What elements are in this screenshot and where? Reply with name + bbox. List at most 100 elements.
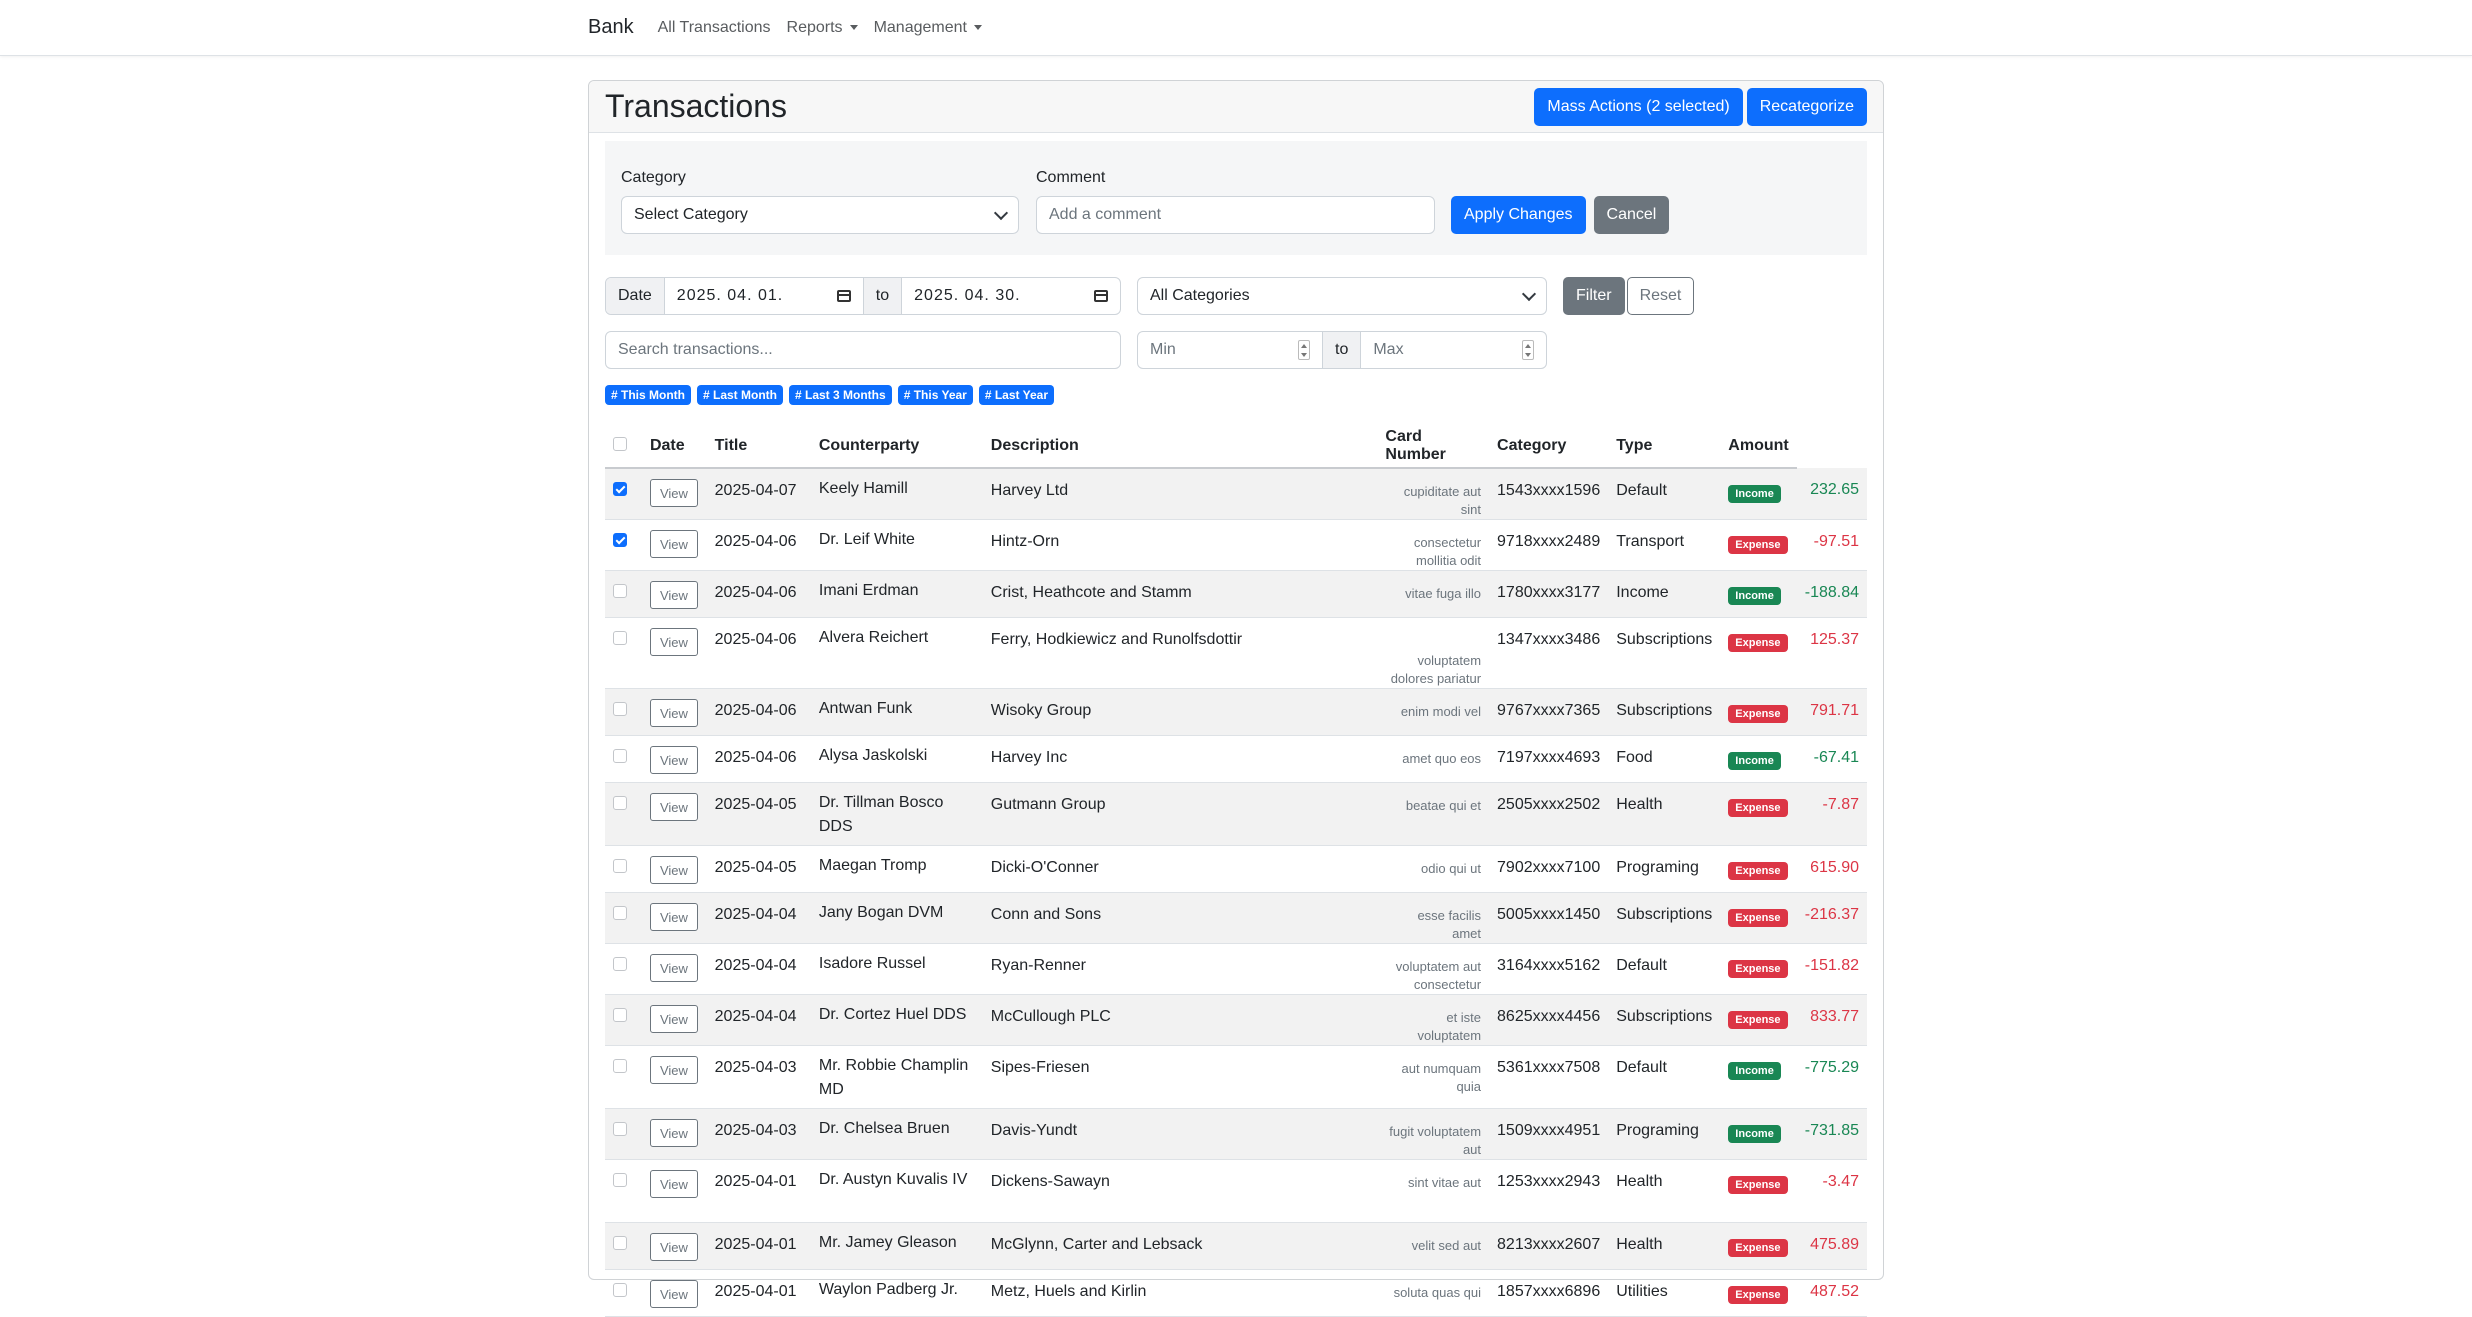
cell-title: Antwan Funk bbox=[818, 700, 913, 717]
type-badge: Expense bbox=[1728, 1286, 1788, 1304]
max-amount-input[interactable]: Max bbox=[1361, 332, 1546, 368]
cell-title: Dr. Tillman Bosco DDS bbox=[818, 794, 944, 835]
col-counterparty[interactable]: Counterparty bbox=[810, 425, 983, 469]
cell-date: 2025-04-03 bbox=[706, 1108, 811, 1160]
view-button[interactable]: View bbox=[649, 1005, 698, 1033]
comment-input[interactable]: Add a comment bbox=[1036, 196, 1435, 234]
view-button[interactable]: View bbox=[649, 746, 698, 774]
table-row[interactable]: View 2025-04-03 Mr. Robbie Champlin MD Sipe… bbox=[605, 1045, 1867, 1109]
view-button[interactable]: View bbox=[649, 954, 698, 982]
cell-date: 2025-04-06 bbox=[706, 735, 811, 783]
col-type[interactable]: Type bbox=[1608, 425, 1721, 469]
col-title[interactable]: Title bbox=[706, 425, 811, 469]
row-checkbox[interactable] bbox=[613, 533, 627, 547]
cell-card-number: 1543xxxx1596 bbox=[1489, 468, 1609, 520]
table-row[interactable]: View 2025-04-06 Alvera Reichert Ferry, Hodk… bbox=[605, 617, 1867, 689]
table-row[interactable]: View 2025-04-03 Dr. Chelsea Bruen Davis-Yun… bbox=[605, 1108, 1867, 1160]
cell-counterparty: McCullough PLC bbox=[982, 994, 1378, 1046]
table-row[interactable]: View 2025-04-06 Alysa Jaskolski Harvey Inc a… bbox=[605, 735, 1867, 783]
row-checkbox[interactable] bbox=[613, 1236, 627, 1250]
row-checkbox[interactable] bbox=[613, 584, 627, 598]
view-button[interactable]: View bbox=[649, 1170, 698, 1198]
view-button[interactable]: View bbox=[649, 581, 698, 609]
preset-last-3-months[interactable]: # Last 3 Months bbox=[789, 385, 892, 405]
row-checkbox[interactable] bbox=[613, 1283, 627, 1297]
nav-all-transactions-label: All Transactions bbox=[657, 18, 771, 36]
min-amount-input[interactable]: Min bbox=[1138, 332, 1322, 368]
row-checkbox[interactable] bbox=[613, 631, 627, 645]
view-button[interactable]: View bbox=[649, 699, 698, 727]
nav-management-dropdown[interactable]: Management bbox=[874, 19, 982, 37]
table-row[interactable]: View 2025-04-06 Imani Erdman Crist, Heathco… bbox=[605, 570, 1867, 618]
cell-counterparty: Davis-Yundt bbox=[982, 1108, 1378, 1160]
table-row[interactable]: View 2025-04-04 Dr. Cortez Huel DDS McCullo… bbox=[605, 994, 1867, 1046]
view-button[interactable]: View bbox=[649, 479, 698, 507]
table-row[interactable]: View 2025-04-01 Waylon Padberg Jr. Metz, Hu… bbox=[605, 1269, 1867, 1317]
brand-link[interactable]: Bank bbox=[588, 16, 634, 39]
table-row[interactable]: View 2025-04-04 Jany Bogan DVM Conn and Son… bbox=[605, 892, 1867, 944]
mass-actions-button[interactable]: Mass Actions (2 selected) bbox=[1534, 87, 1743, 126]
table-row[interactable]: View 2025-04-04 Isadore Russel Ryan-Renner v… bbox=[605, 943, 1867, 995]
search-input[interactable]: Search transactions... bbox=[605, 331, 1121, 369]
cell-counterparty: Crist, Heathcote and Stamm bbox=[982, 570, 1378, 618]
cell-category: Subscriptions bbox=[1608, 994, 1721, 1046]
spinner-icon[interactable] bbox=[1298, 340, 1310, 360]
preset-last-month[interactable]: # Last Month bbox=[697, 385, 783, 405]
row-checkbox[interactable] bbox=[613, 1173, 627, 1187]
view-button[interactable]: View bbox=[649, 856, 698, 884]
row-checkbox[interactable] bbox=[613, 1008, 627, 1022]
calendar-icon[interactable] bbox=[1094, 290, 1108, 302]
view-button[interactable]: View bbox=[649, 1233, 698, 1261]
row-checkbox[interactable] bbox=[613, 1059, 627, 1073]
cell-category: Income bbox=[1608, 570, 1721, 618]
apply-changes-button[interactable]: Apply Changes bbox=[1451, 196, 1586, 234]
row-checkbox[interactable] bbox=[613, 796, 627, 810]
cell-category: Utilities bbox=[1608, 1269, 1721, 1317]
table-row[interactable]: View 2025-04-05 Dr. Tillman Bosco DDS Gutma… bbox=[605, 782, 1867, 846]
col-category[interactable]: Category bbox=[1489, 425, 1609, 469]
table-row[interactable]: View 2025-04-01 Dr. Austyn Kuvalis IV Dicke… bbox=[605, 1159, 1867, 1223]
spinner-icon[interactable] bbox=[1522, 340, 1534, 360]
col-date[interactable]: Date bbox=[641, 425, 707, 469]
row-checkbox[interactable] bbox=[613, 482, 627, 496]
row-checkbox[interactable] bbox=[613, 749, 627, 763]
preset-this-year[interactable]: # This Year bbox=[897, 385, 973, 405]
type-badge: Income bbox=[1728, 587, 1781, 605]
cell-amount: 615.90 bbox=[1796, 845, 1867, 893]
date-to-input[interactable]: 2025. 04. 30. bbox=[902, 278, 1120, 314]
cancel-button[interactable]: Cancel bbox=[1593, 196, 1670, 234]
table-row[interactable]: View 2025-04-06 Antwan Funk Wisoky Group eni… bbox=[605, 688, 1867, 736]
nav-reports-dropdown[interactable]: Reports bbox=[787, 19, 858, 37]
row-checkbox[interactable] bbox=[613, 859, 627, 873]
view-button[interactable]: View bbox=[649, 793, 698, 821]
col-description[interactable]: Description bbox=[982, 425, 1378, 469]
filters-area: Date 2025. 04. 01. to 2025. 04. 30. All … bbox=[605, 277, 1867, 1317]
category-filter-select[interactable]: All Categories bbox=[1137, 277, 1547, 315]
filter-button[interactable]: Filter bbox=[1563, 277, 1625, 315]
recategorize-button[interactable]: Recategorize bbox=[1746, 87, 1867, 126]
table-row[interactable]: View 2025-04-07 Keely Hamill Harvey Ltd cupi… bbox=[605, 468, 1867, 520]
nav-all-transactions[interactable]: All Transactions bbox=[658, 19, 771, 37]
view-button[interactable]: View bbox=[649, 1056, 698, 1084]
row-checkbox[interactable] bbox=[613, 702, 627, 716]
preset-this-month[interactable]: # This Month bbox=[605, 385, 691, 405]
mass-category-select[interactable]: Select Category bbox=[621, 196, 1019, 234]
reset-button[interactable]: Reset bbox=[1626, 277, 1695, 315]
calendar-icon[interactable] bbox=[836, 290, 851, 302]
view-button[interactable]: View bbox=[649, 1119, 698, 1147]
table-row[interactable]: View 2025-04-06 Dr. Leif White Hintz-Orn con… bbox=[605, 519, 1867, 571]
row-checkbox[interactable] bbox=[613, 1122, 627, 1136]
view-button[interactable]: View bbox=[649, 1280, 698, 1308]
view-button[interactable]: View bbox=[649, 903, 698, 931]
col-card-number[interactable]: Card Number bbox=[1377, 425, 1490, 469]
view-button[interactable]: View bbox=[649, 530, 698, 558]
date-from-input[interactable]: 2025. 04. 01. bbox=[665, 278, 863, 314]
view-button[interactable]: View bbox=[649, 628, 698, 656]
col-amount[interactable]: Amount bbox=[1720, 425, 1797, 469]
select-all-checkbox[interactable] bbox=[613, 436, 627, 451]
table-row[interactable]: View 2025-04-01 Mr. Jamey Gleason McGlynn, … bbox=[605, 1222, 1867, 1270]
table-row[interactable]: View 2025-04-05 Maegan Tromp Dicki-O'Conner… bbox=[605, 845, 1867, 893]
row-checkbox[interactable] bbox=[613, 906, 627, 920]
row-checkbox[interactable] bbox=[613, 957, 627, 971]
preset-last-year[interactable]: # Last Year bbox=[978, 385, 1055, 405]
